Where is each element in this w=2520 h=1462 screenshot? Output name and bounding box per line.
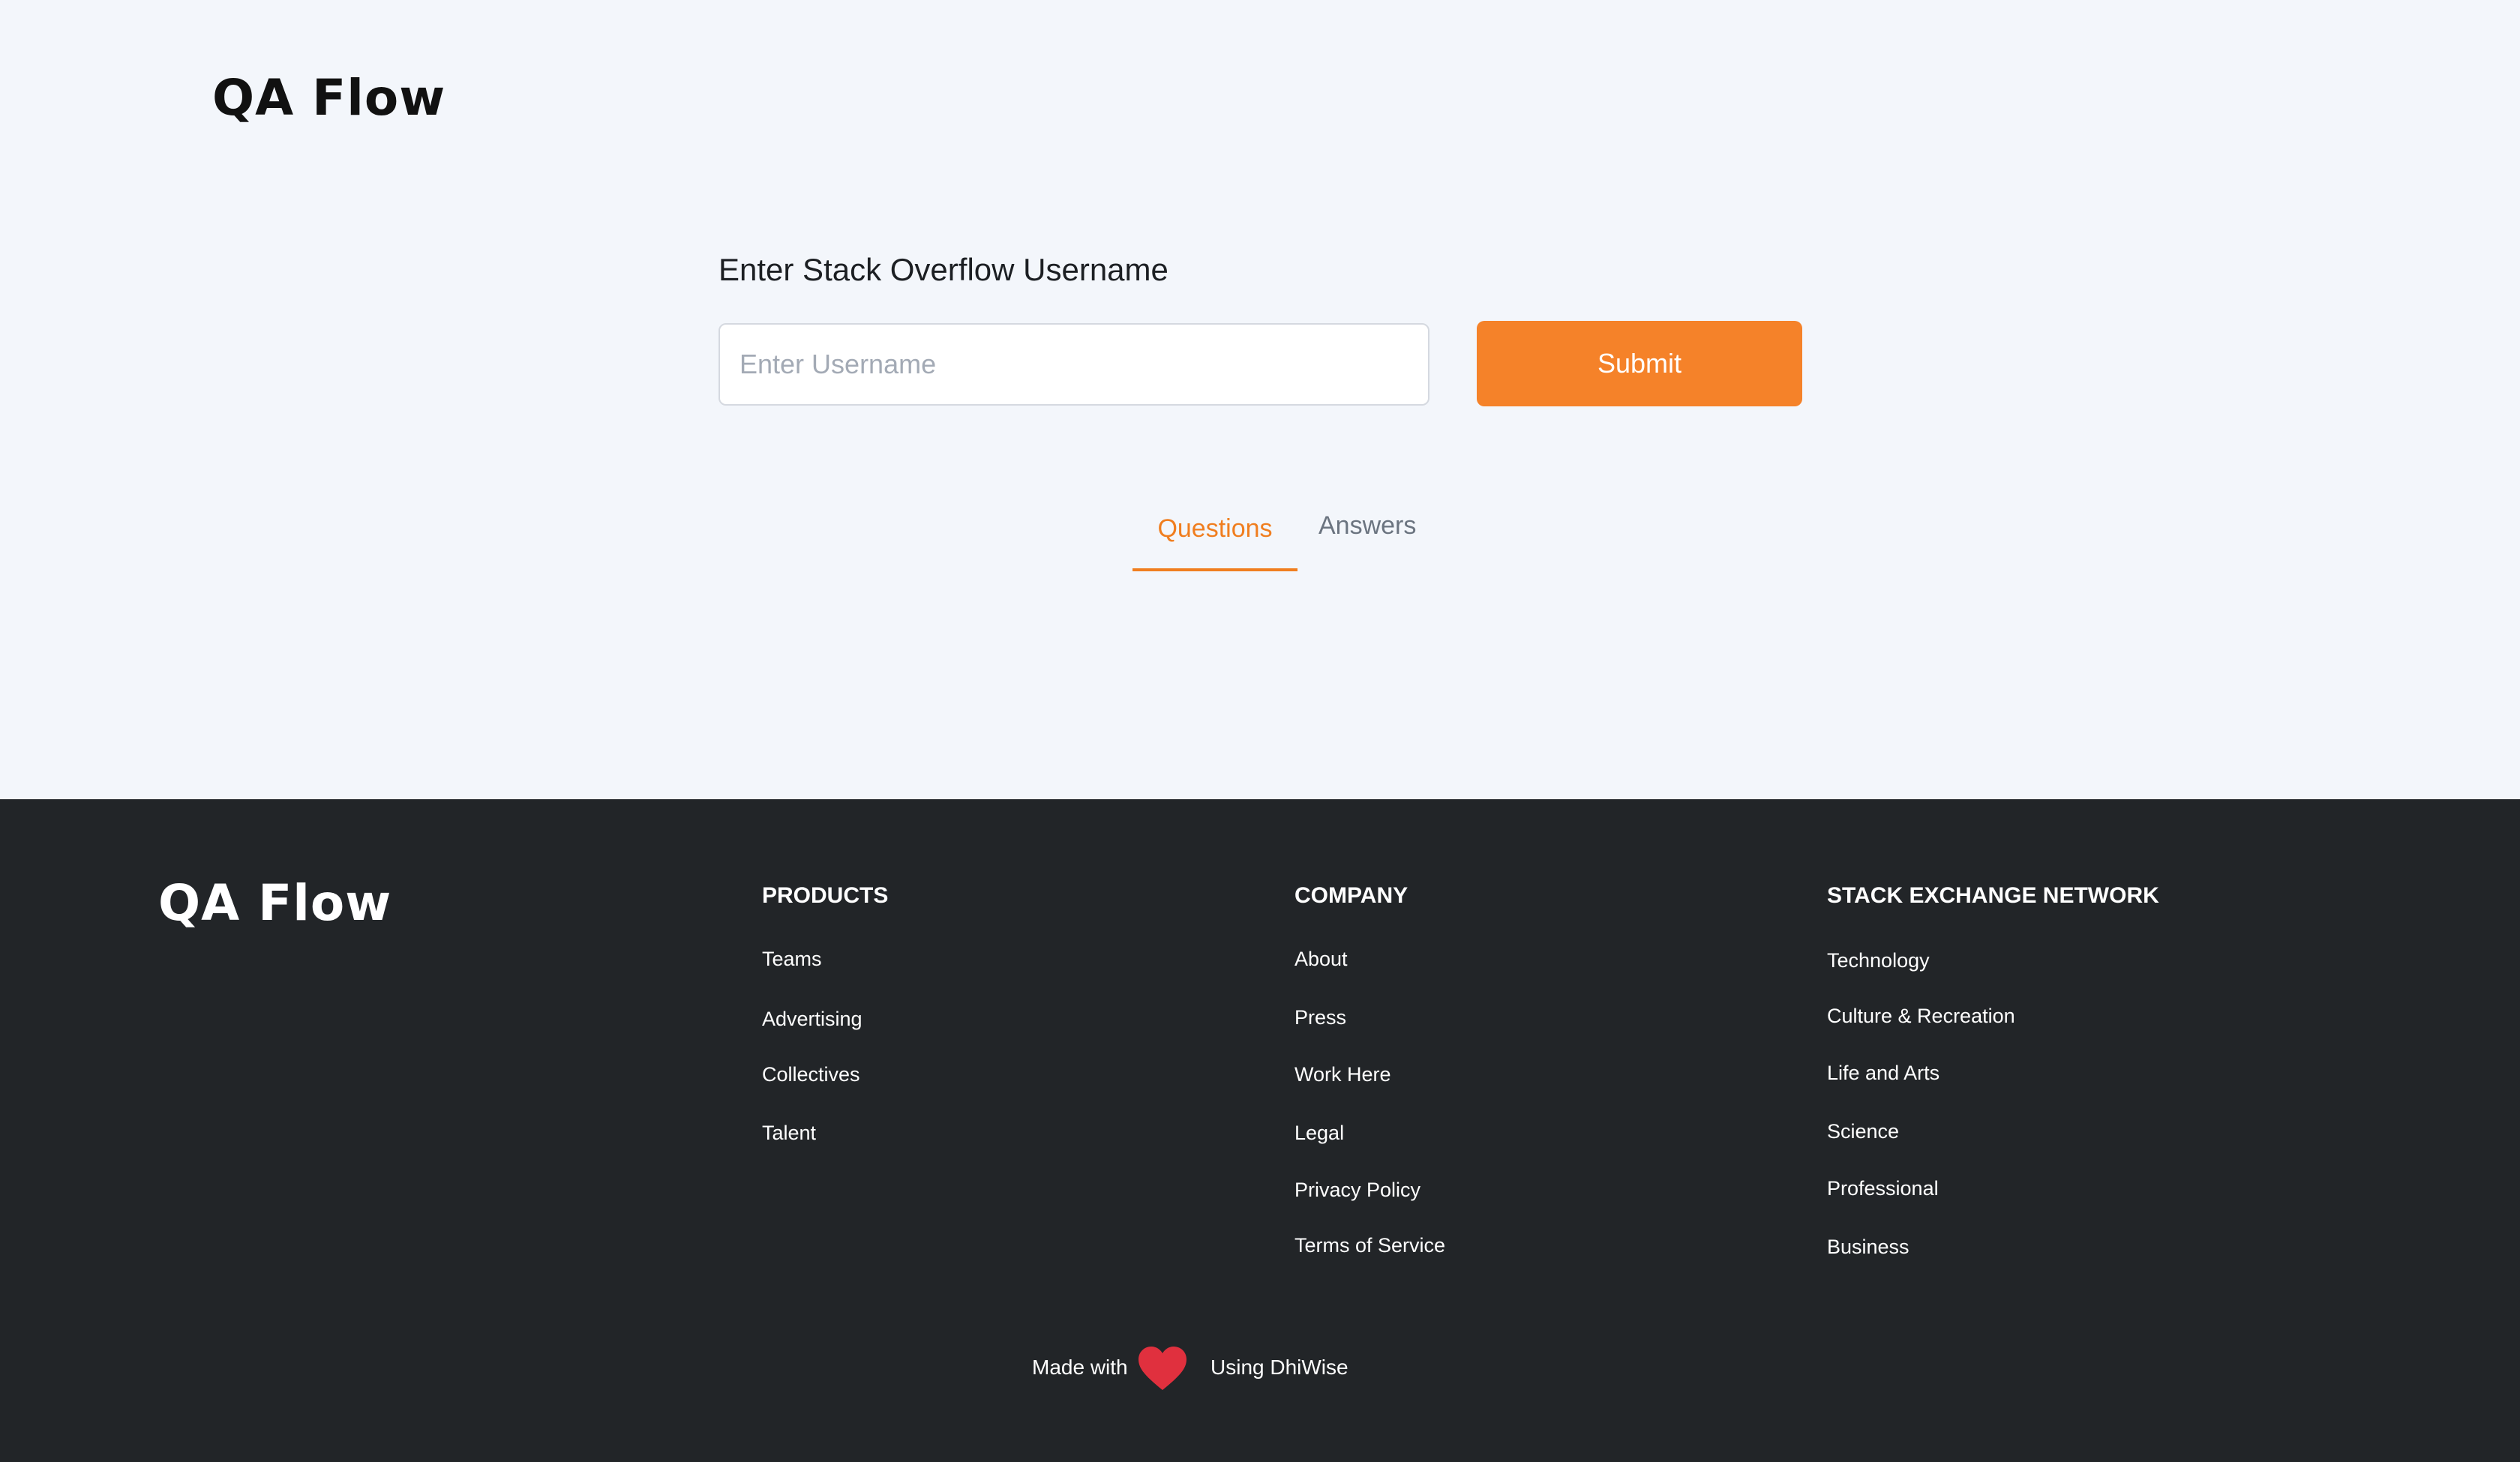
tab-answers[interactable]: Answers (1318, 495, 1416, 541)
footer-link-business[interactable]: Business (1827, 1236, 1910, 1259)
footer-link-talent[interactable]: Talent (762, 1122, 816, 1145)
tab-questions[interactable]: Questions (1132, 495, 1298, 571)
footer-column-stack-exchange: STACK EXCHANGE NETWORK Technology Cultur… (1827, 883, 2159, 1258)
footer-logo[interactable]: QA Flow (158, 874, 392, 932)
footer-link-terms-of-service[interactable]: Terms of Service (1294, 1234, 1445, 1257)
footer-link-science[interactable]: Science (1827, 1120, 1899, 1143)
footer-heading-company: COMPANY (1294, 883, 1408, 908)
submit-button[interactable]: Submit (1477, 321, 1802, 406)
footer-link-about[interactable]: About (1294, 948, 1348, 971)
footer-column-company: COMPANY About Press Work Here Legal Priv… (1294, 883, 1445, 1257)
footer-heading-products: PRODUCTS (762, 883, 889, 908)
main-page: QA Flow Enter Stack Overflow Username Su… (0, 0, 2520, 799)
results-tabs: Questions Answers (1132, 495, 1432, 571)
footer-link-legal[interactable]: Legal (1294, 1122, 1344, 1145)
heart-icon (1138, 1347, 1186, 1390)
footer-link-privacy-policy[interactable]: Privacy Policy (1294, 1179, 1420, 1202)
using-dhiwise-text: Using DhiWise (1210, 1356, 1348, 1379)
footer: QA Flow PRODUCTS Teams Advertising Colle… (0, 799, 2520, 1462)
footer-link-teams[interactable]: Teams (762, 948, 822, 971)
header-logo[interactable]: QA Flow (212, 69, 446, 127)
made-with-text: Made with (1032, 1356, 1128, 1379)
footer-link-advertising[interactable]: Advertising (762, 1008, 862, 1031)
username-label: Enter Stack Overflow Username (718, 252, 1168, 287)
footer-link-culture-recreation[interactable]: Culture & Recreation (1827, 1005, 2015, 1028)
footer-link-technology[interactable]: Technology (1827, 949, 1930, 972)
footer-link-collectives[interactable]: Collectives (762, 1063, 860, 1086)
footer-heading-stack-exchange: STACK EXCHANGE NETWORK (1827, 883, 2159, 908)
footer-link-press[interactable]: Press (1294, 1006, 1346, 1029)
footer-link-professional[interactable]: Professional (1827, 1177, 1939, 1200)
footer-link-work-here[interactable]: Work Here (1294, 1063, 1391, 1086)
username-input[interactable] (718, 323, 1430, 406)
footer-column-products: PRODUCTS Teams Advertising Collectives T… (762, 883, 889, 1144)
footer-link-life-and-arts[interactable]: Life and Arts (1827, 1062, 1940, 1085)
